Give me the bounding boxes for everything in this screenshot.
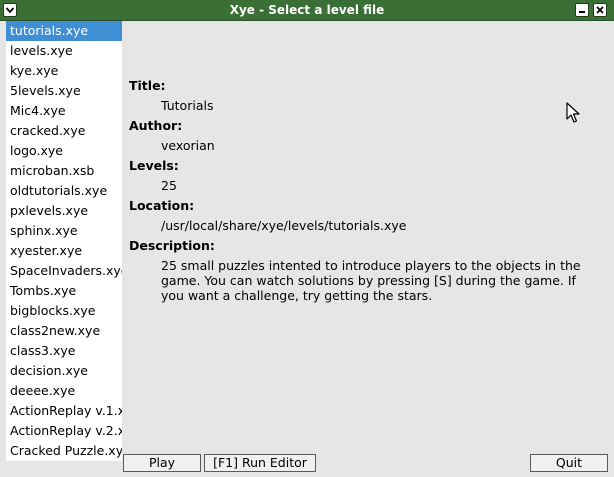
author-label: Author:	[129, 118, 183, 133]
author-value: vexorian	[161, 138, 215, 153]
list-item[interactable]: SpaceInvaders.xye	[6, 261, 122, 281]
list-item[interactable]: Tombs.xye	[6, 281, 122, 301]
quit-button[interactable]: Quit	[530, 454, 608, 472]
run-editor-button[interactable]: [F1] Run Editor	[204, 454, 316, 472]
list-item[interactable]: Mic4.xye	[6, 101, 122, 121]
list-item[interactable]: bigblocks.xye	[6, 301, 122, 321]
list-item[interactable]: tutorials.xye	[6, 21, 122, 41]
list-item[interactable]: ActionReplay v.1.xye	[6, 401, 122, 421]
title-label: Title:	[129, 78, 166, 93]
levels-value: 25	[161, 178, 177, 193]
list-item[interactable]: oldtutorials.xye	[6, 181, 122, 201]
minimize-icon	[579, 11, 585, 13]
list-item[interactable]: xyester.xye	[6, 241, 122, 261]
app-window: Xye - Select a level file tutorials.xye …	[0, 0, 614, 477]
list-item[interactable]: 5levels.xye	[6, 81, 122, 101]
window-menu-button[interactable]	[3, 3, 17, 17]
location-label: Location:	[129, 198, 195, 213]
list-item[interactable]: class2new.xye	[6, 321, 122, 341]
list-item[interactable]: deeee.xye	[6, 381, 122, 401]
close-icon	[596, 6, 604, 14]
list-item[interactable]: logo.xye	[6, 141, 122, 161]
list-item[interactable]: cracked.xye	[6, 121, 122, 141]
window-title: Xye - Select a level file	[229, 3, 385, 17]
title-bar[interactable]: Xye - Select a level file	[0, 0, 614, 21]
description-label: Description:	[129, 238, 215, 253]
level-details-panel: Title: Tutorials Author: vexorian Levels…	[129, 76, 609, 303]
chevron-down-icon	[5, 7, 15, 14]
list-item[interactable]: ActionReplay v.2.xye	[6, 421, 122, 441]
list-item[interactable]: decision.xye	[6, 361, 122, 381]
description-value: 25 small puzzles intented to introduce p…	[161, 258, 581, 303]
list-item[interactable]: levels.xye	[6, 41, 122, 61]
location-value: /usr/local/share/xye/levels/tutorials.xy…	[161, 218, 407, 233]
title-value: Tutorials	[161, 98, 214, 113]
minimize-button[interactable]	[575, 3, 589, 17]
play-button[interactable]: Play	[123, 454, 201, 472]
list-item[interactable]: microban.xsb	[6, 161, 122, 181]
list-item[interactable]: Cracked Puzzle.xye	[6, 441, 122, 461]
list-item[interactable]: class3.xye	[6, 341, 122, 361]
list-item[interactable]: kye.xye	[6, 61, 122, 81]
close-button[interactable]	[593, 3, 607, 17]
level-file-list[interactable]: tutorials.xye levels.xye kye.xye 5levels…	[6, 21, 122, 461]
list-item[interactable]: sphinx.xye	[6, 221, 122, 241]
levels-label: Levels:	[129, 158, 179, 173]
mouse-pointer-icon	[566, 102, 580, 128]
list-item[interactable]: pxlevels.xye	[6, 201, 122, 221]
